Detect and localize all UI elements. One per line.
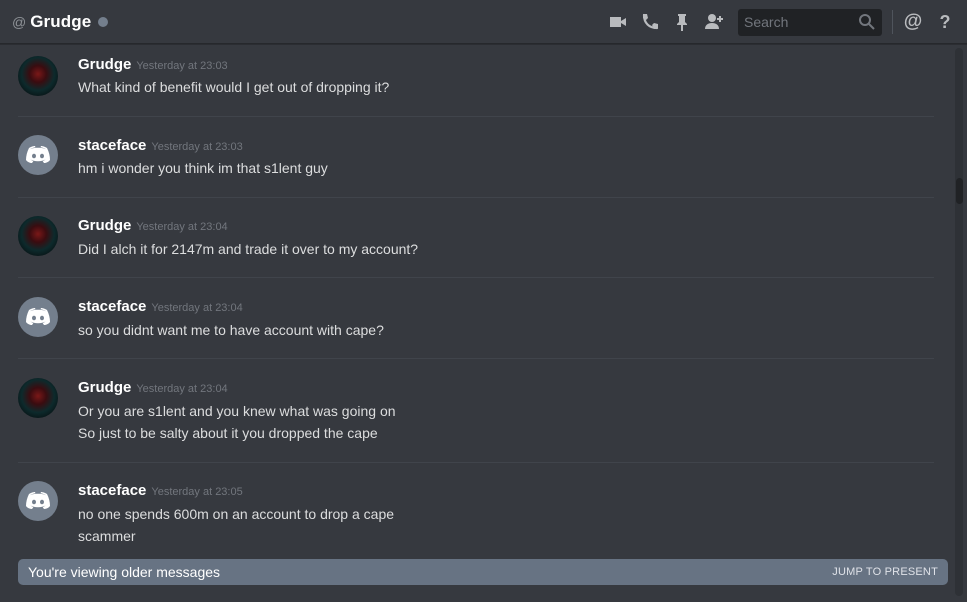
search-bar[interactable] [738, 8, 882, 36]
message-timestamp: Yesterday at 23:05 [151, 486, 243, 498]
message-divider [18, 116, 934, 117]
message-text: What kind of benefit would I get out of … [78, 79, 390, 95]
search-icon[interactable] [858, 13, 876, 31]
mention-icon[interactable]: @ [903, 11, 923, 32]
discord-default-avatar[interactable] [18, 135, 58, 175]
older-messages-bar: You're viewing older messages JUMP TO PR… [18, 559, 948, 585]
message-list: Grudge Yesterday at 23:03 What kind of be… [0, 45, 952, 557]
author-name[interactable]: Grudge [78, 56, 131, 73]
grudge-avatar[interactable] [18, 56, 58, 96]
older-messages-text: You're viewing older messages [28, 564, 221, 580]
message-divider [18, 462, 934, 463]
message-author[interactable]: Grudge Yesterday at 23:03 [78, 56, 228, 73]
scrollbar-track[interactable] [955, 48, 963, 596]
add-friend-icon[interactable] [704, 12, 724, 32]
search-input[interactable] [744, 14, 854, 30]
header-toolbar: @ ? [608, 0, 967, 44]
video-call-icon[interactable] [608, 12, 628, 32]
discord-default-avatar[interactable] [18, 297, 58, 337]
grudge-avatar[interactable] [18, 216, 58, 256]
message-text: scammer [78, 528, 136, 544]
toolbar-divider [892, 10, 893, 34]
author-name[interactable]: staceface [78, 482, 146, 499]
channel-header: @ Grudge @ ? [0, 0, 967, 44]
message-author[interactable]: staceface Yesterday at 23:03 [78, 137, 243, 154]
message-timestamp: Yesterday at 23:04 [136, 221, 228, 233]
grudge-avatar[interactable] [18, 378, 58, 418]
author-name[interactable]: staceface [78, 137, 146, 154]
voice-call-icon[interactable] [640, 12, 660, 32]
message-author[interactable]: Grudge Yesterday at 23:04 [78, 217, 228, 234]
message-text: Did I alch it for 2147m and trade it ove… [78, 241, 419, 257]
message-author[interactable]: staceface Yesterday at 23:05 [78, 482, 243, 499]
message-text: Or you are s1lent and you knew what was … [78, 403, 396, 419]
message-divider [18, 197, 934, 198]
discord-logo-icon [26, 308, 50, 325]
message-author[interactable]: staceface Yesterday at 23:04 [78, 298, 243, 315]
discord-logo-icon [26, 146, 50, 163]
message-timestamp: Yesterday at 23:04 [136, 383, 228, 395]
message-divider [18, 358, 934, 359]
author-name[interactable]: Grudge [78, 379, 131, 396]
author-name[interactable]: staceface [78, 298, 146, 315]
discord-logo-icon [26, 492, 50, 509]
help-icon[interactable]: ? [935, 12, 955, 32]
message-text: hm i wonder you think im that s1lent guy [78, 160, 328, 176]
message-timestamp: Yesterday at 23:03 [151, 141, 243, 153]
message-timestamp: Yesterday at 23:04 [151, 302, 243, 314]
message-timestamp: Yesterday at 23:03 [136, 60, 228, 72]
pin-icon[interactable] [672, 12, 692, 32]
status-indicator [98, 16, 109, 27]
message-divider [18, 277, 934, 278]
message-author[interactable]: Grudge Yesterday at 23:04 [78, 379, 228, 396]
message-text: So just to be salty about it you dropped… [78, 425, 378, 441]
dm-at-icon: @ [12, 13, 27, 30]
author-name[interactable]: Grudge [78, 217, 131, 234]
message-text: no one spends 600m on an account to drop… [78, 506, 395, 522]
scrollbar-thumb[interactable] [956, 178, 963, 204]
channel-title: Grudge [30, 11, 92, 31]
jump-to-present-button[interactable]: JUMP TO PRESENT [832, 566, 938, 578]
message-text: so you didnt want me to have account wit… [78, 322, 384, 338]
discord-default-avatar[interactable] [18, 481, 58, 521]
